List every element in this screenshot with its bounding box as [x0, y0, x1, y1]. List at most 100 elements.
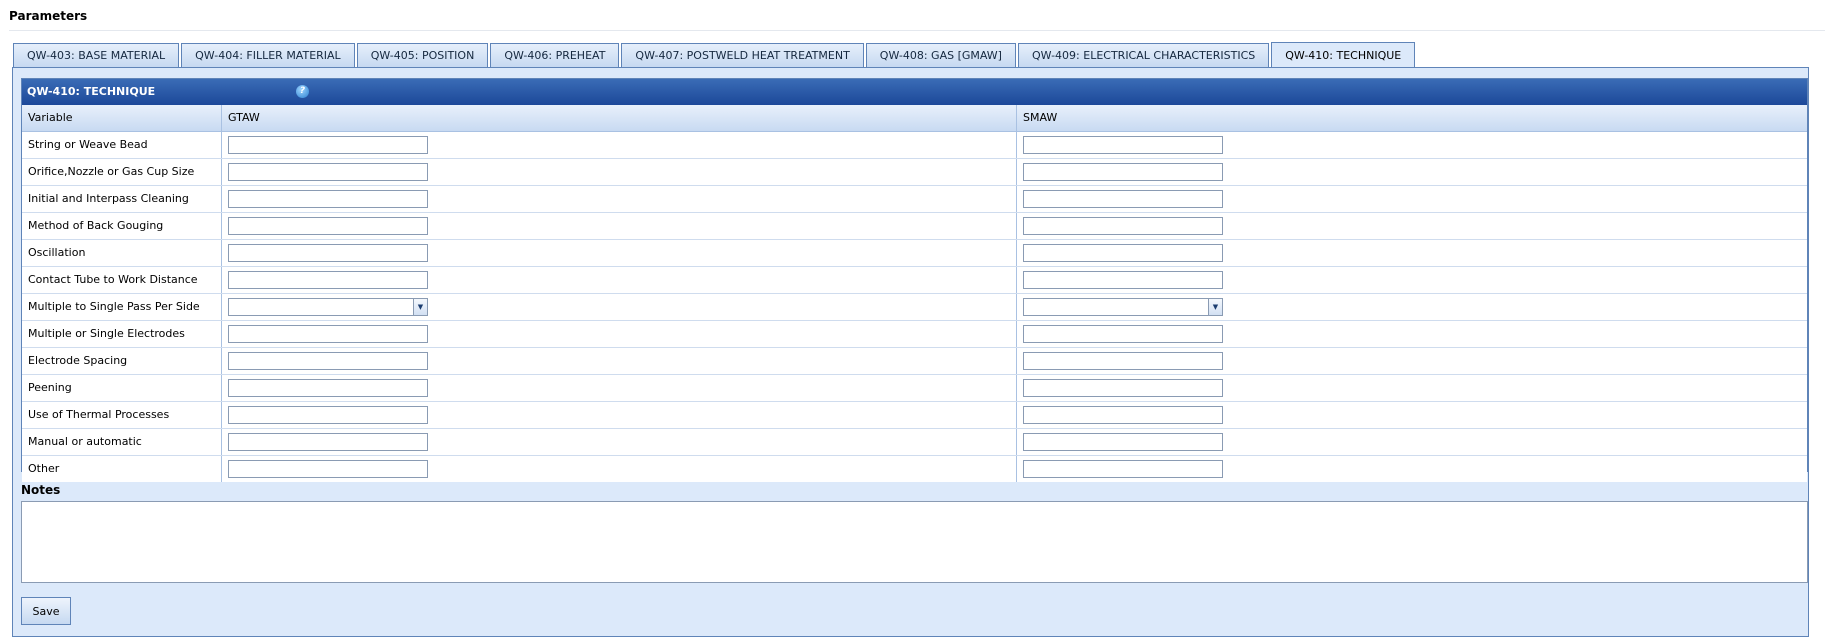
gtaw-input[interactable]	[228, 190, 428, 208]
tab-bar: QW-403: BASE MATERIAL QW-404: FILLER MATE…	[13, 42, 1416, 68]
gtaw-input[interactable]	[228, 271, 428, 289]
table-row: Orifice,Nozzle or Gas Cup Size	[22, 159, 1807, 186]
row-label: Contact Tube to Work Distance	[22, 267, 222, 293]
smaw-cell	[1017, 375, 1807, 401]
tab-qw-405-position[interactable]: QW-405: POSITION	[356, 43, 489, 67]
table-row: Method of Back Gouging	[22, 213, 1807, 240]
table-row: Manual or automatic	[22, 429, 1807, 456]
question-mark-icon[interactable]: ?	[296, 85, 309, 98]
gtaw-input[interactable]	[228, 244, 428, 262]
save-button[interactable]: Save	[21, 597, 71, 625]
row-label: Manual or automatic	[22, 429, 222, 455]
smaw-cell	[1017, 348, 1807, 374]
table-row: Peening	[22, 375, 1807, 402]
title-divider	[9, 30, 1825, 31]
tab-qw-408-gas-gmaw[interactable]: QW-408: GAS [GMAW]	[865, 43, 1016, 67]
smaw-input[interactable]	[1023, 433, 1223, 451]
table-row: Initial and Interpass Cleaning	[22, 186, 1807, 213]
row-label: Electrode Spacing	[22, 348, 222, 374]
gtaw-cell	[222, 348, 1017, 374]
tab-qw-407-postweld-heat-treatment[interactable]: QW-407: POSTWELD HEAT TREATMENT	[621, 43, 864, 67]
row-label: Multiple to Single Pass Per Side	[22, 294, 222, 320]
gtaw-cell	[222, 267, 1017, 293]
table-body: String or Weave Bead Orifice,Nozzle or Ga…	[22, 132, 1807, 482]
smaw-cell	[1017, 456, 1807, 482]
smaw-cell	[1017, 267, 1807, 293]
smaw-input[interactable]	[1023, 325, 1223, 343]
chevron-down-icon[interactable]: ▼	[1208, 299, 1222, 315]
smaw-cell	[1017, 159, 1807, 185]
tab-qw-403-base-material[interactable]: QW-403: BASE MATERIAL	[13, 43, 180, 67]
gtaw-input[interactable]	[228, 379, 428, 397]
smaw-cell	[1017, 321, 1807, 347]
gtaw-input[interactable]	[228, 217, 428, 235]
column-header-variable: Variable	[22, 105, 222, 131]
gtaw-input[interactable]	[228, 406, 428, 424]
row-label: Oscillation	[22, 240, 222, 266]
gtaw-input[interactable]	[228, 433, 428, 451]
gtaw-input[interactable]	[228, 352, 428, 370]
tab-qw-409-electrical-characteristics[interactable]: QW-409: ELECTRICAL CHARACTERISTICS	[1017, 43, 1270, 67]
table-header: Variable GTAW SMAW	[22, 105, 1807, 132]
gtaw-input[interactable]	[228, 136, 428, 154]
gtaw-cell	[222, 429, 1017, 455]
gtaw-cell	[222, 240, 1017, 266]
gtaw-cell	[222, 456, 1017, 482]
gtaw-cell	[222, 375, 1017, 401]
technique-section: QW-410: TECHNIQUE ? Variable GTAW SMAW S…	[21, 78, 1808, 482]
gtaw-cell	[222, 186, 1017, 212]
smaw-cell	[1017, 402, 1807, 428]
smaw-input[interactable]	[1023, 217, 1223, 235]
table-row: Multiple to Single Pass Per Side ▼ ▼	[22, 294, 1807, 321]
table-row: Oscillation	[22, 240, 1807, 267]
table-row: Use of Thermal Processes	[22, 402, 1807, 429]
row-label: Orifice,Nozzle or Gas Cup Size	[22, 159, 222, 185]
smaw-cell: ▼	[1017, 294, 1807, 320]
smaw-input[interactable]	[1023, 379, 1223, 397]
smaw-cell	[1017, 186, 1807, 212]
smaw-input[interactable]	[1023, 190, 1223, 208]
tab-panel: QW-410: TECHNIQUE ? Variable GTAW SMAW S…	[12, 67, 1809, 637]
smaw-input[interactable]	[1023, 244, 1223, 262]
smaw-select-value	[1024, 299, 1206, 315]
gtaw-cell: ▼	[222, 294, 1017, 320]
table-row: Electrode Spacing	[22, 348, 1807, 375]
smaw-input[interactable]	[1023, 271, 1223, 289]
smaw-select[interactable]: ▼	[1023, 298, 1223, 316]
section-header: QW-410: TECHNIQUE ?	[22, 79, 1807, 105]
table-row: Other	[22, 456, 1807, 482]
row-label: Method of Back Gouging	[22, 213, 222, 239]
tab-qw-410-technique[interactable]: QW-410: TECHNIQUE	[1271, 42, 1416, 68]
smaw-cell	[1017, 213, 1807, 239]
row-label: Initial and Interpass Cleaning	[22, 186, 222, 212]
column-header-gtaw: GTAW	[222, 105, 1017, 131]
table-row: String or Weave Bead	[22, 132, 1807, 159]
smaw-cell	[1017, 429, 1807, 455]
row-label: Peening	[22, 375, 222, 401]
notes-label: Notes	[21, 483, 61, 497]
smaw-input[interactable]	[1023, 406, 1223, 424]
tab-qw-404-filler-material[interactable]: QW-404: FILLER MATERIAL	[181, 43, 355, 67]
gtaw-select-value	[229, 299, 411, 315]
row-label: Use of Thermal Processes	[22, 402, 222, 428]
row-label: Other	[22, 456, 222, 482]
notes-textarea[interactable]	[21, 501, 1808, 583]
table-row: Multiple or Single Electrodes	[22, 321, 1807, 348]
gtaw-cell	[222, 213, 1017, 239]
gtaw-select[interactable]: ▼	[228, 298, 428, 316]
section-title: QW-410: TECHNIQUE	[27, 85, 156, 98]
smaw-input[interactable]	[1023, 352, 1223, 370]
tab-qw-406-preheat[interactable]: QW-406: PREHEAT	[490, 43, 620, 67]
page-title: Parameters	[9, 9, 88, 23]
gtaw-cell	[222, 132, 1017, 158]
table-row: Contact Tube to Work Distance	[22, 267, 1807, 294]
chevron-down-icon[interactable]: ▼	[413, 299, 427, 315]
smaw-input[interactable]	[1023, 136, 1223, 154]
smaw-input[interactable]	[1023, 460, 1223, 478]
gtaw-cell	[222, 321, 1017, 347]
smaw-input[interactable]	[1023, 163, 1223, 181]
row-label: String or Weave Bead	[22, 132, 222, 158]
gtaw-input[interactable]	[228, 460, 428, 478]
gtaw-input[interactable]	[228, 163, 428, 181]
gtaw-input[interactable]	[228, 325, 428, 343]
